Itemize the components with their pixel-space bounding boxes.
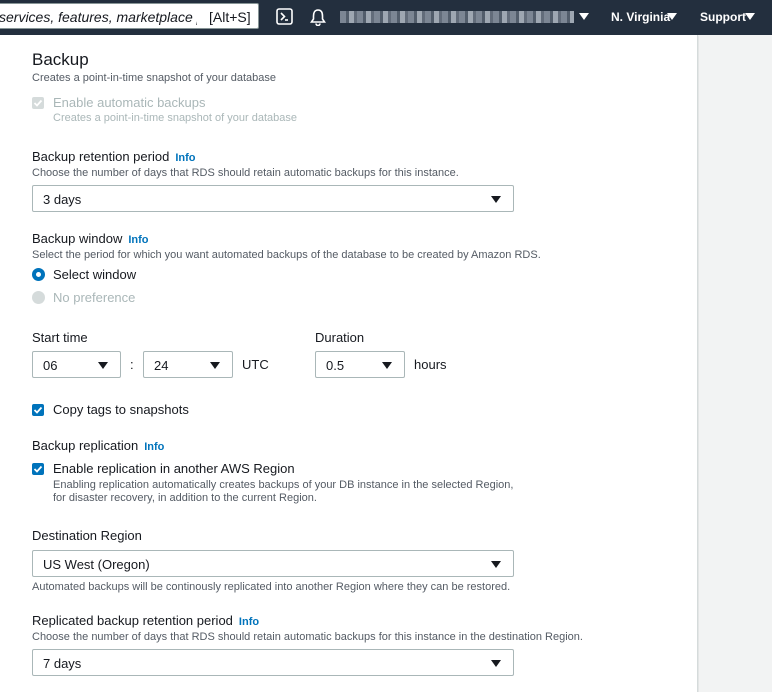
chevron-down-icon	[210, 362, 220, 369]
chevron-down-icon	[382, 362, 392, 369]
retention-label-text: Backup retention period	[32, 149, 170, 164]
destination-region-label: Destination Region	[32, 528, 142, 543]
search-placeholder: services, features, marketplace products	[0, 9, 197, 25]
chevron-down-icon	[98, 362, 108, 369]
replication-info-link[interactable]: Info	[144, 441, 164, 453]
enable-replication-label[interactable]: Enable replication in another AWS Region	[53, 461, 295, 476]
region-chevron-down-icon[interactable]	[667, 13, 677, 20]
enable-replication-checkbox[interactable]	[32, 463, 44, 475]
account-chevron-down-icon[interactable]	[579, 13, 589, 20]
region-selector[interactable]: N. Virginia	[611, 10, 670, 24]
section-description: Creates a point-in-time snapshot of your…	[32, 72, 276, 84]
support-chevron-down-icon[interactable]	[745, 13, 755, 20]
timezone-label: UTC	[242, 357, 269, 372]
backup-window-description: Select the period for which you want aut…	[32, 249, 541, 261]
auto-backups-label: Enable automatic backups	[53, 95, 206, 110]
auto-backups-description: Creates a point-in-time snapshot of your…	[53, 112, 297, 124]
replicated-retention-select[interactable]: 7 days	[32, 649, 514, 676]
destination-region-description: Automated backups will be continously re…	[32, 581, 511, 593]
enable-replication-description-line1: Enabling replication automatically creat…	[53, 479, 514, 491]
duration-select[interactable]: 0.5	[315, 351, 405, 378]
radio-select-window-label[interactable]: Select window	[53, 267, 136, 282]
terminal-icon[interactable]	[276, 8, 294, 26]
replicated-retention-label: Replicated backup retention period Info	[32, 613, 259, 628]
checkmark-icon	[33, 465, 43, 473]
radio-select-window[interactable]	[32, 268, 45, 281]
duration-value: 0.5	[326, 358, 345, 373]
replicated-retention-info-link[interactable]: Info	[239, 616, 259, 628]
radio-no-preference[interactable]	[32, 291, 45, 304]
duration-label: Duration	[315, 330, 365, 345]
start-minute-select[interactable]: 24	[143, 351, 233, 378]
replicated-retention-value: 7 days	[43, 656, 82, 671]
top-navigation: services, features, marketplace products…	[0, 0, 772, 35]
start-time-label: Start time	[32, 330, 88, 345]
section-title: Backup	[32, 50, 89, 69]
retention-select[interactable]: 3 days	[32, 185, 514, 212]
backup-window-label: Backup window Info	[32, 231, 149, 246]
account-menu[interactable]	[340, 11, 574, 23]
checkmark-icon	[33, 99, 43, 107]
time-separator: :	[130, 357, 134, 372]
start-hour-value: 06	[43, 358, 58, 373]
retention-description: Choose the number of days that RDS shoul…	[32, 167, 459, 179]
copy-tags-checkbox[interactable]	[32, 404, 44, 416]
checkmark-icon	[33, 406, 43, 414]
replicated-retention-description: Choose the number of days that RDS shoul…	[32, 631, 583, 643]
destination-region-select[interactable]: US West (Oregon)	[32, 550, 514, 577]
destination-region-value: US West (Oregon)	[43, 557, 150, 572]
replication-label: Backup replication Info	[32, 438, 164, 453]
backup-window-info-link[interactable]: Info	[128, 234, 148, 246]
copy-tags-label[interactable]: Copy tags to snapshots	[53, 402, 189, 417]
replication-label-text: Backup replication	[32, 438, 139, 453]
duration-unit: hours	[414, 357, 447, 372]
radio-no-preference-label[interactable]: No preference	[53, 290, 135, 305]
search-shortcut-hint: [Alt+S]	[209, 9, 251, 25]
retention-info-link[interactable]: Info	[175, 152, 195, 164]
bell-icon[interactable]	[309, 8, 327, 26]
start-minute-value: 24	[154, 358, 169, 373]
enable-replication-description-line2: for disaster recovery, in addition to th…	[53, 492, 317, 504]
chevron-down-icon	[491, 561, 501, 568]
search-input[interactable]: services, features, marketplace products…	[0, 3, 259, 29]
retention-value: 3 days	[43, 192, 82, 207]
retention-label: Backup retention period Info	[32, 149, 195, 164]
auto-backups-checkbox[interactable]	[32, 97, 44, 109]
support-menu[interactable]: Support	[700, 10, 746, 24]
chevron-down-icon	[491, 660, 501, 667]
replicated-retention-label-text: Replicated backup retention period	[32, 613, 233, 628]
backup-window-label-text: Backup window	[32, 231, 123, 246]
chevron-down-icon	[491, 196, 501, 203]
start-hour-select[interactable]: 06	[32, 351, 121, 378]
backup-panel: Backup Creates a point-in-time snapshot …	[0, 35, 698, 692]
